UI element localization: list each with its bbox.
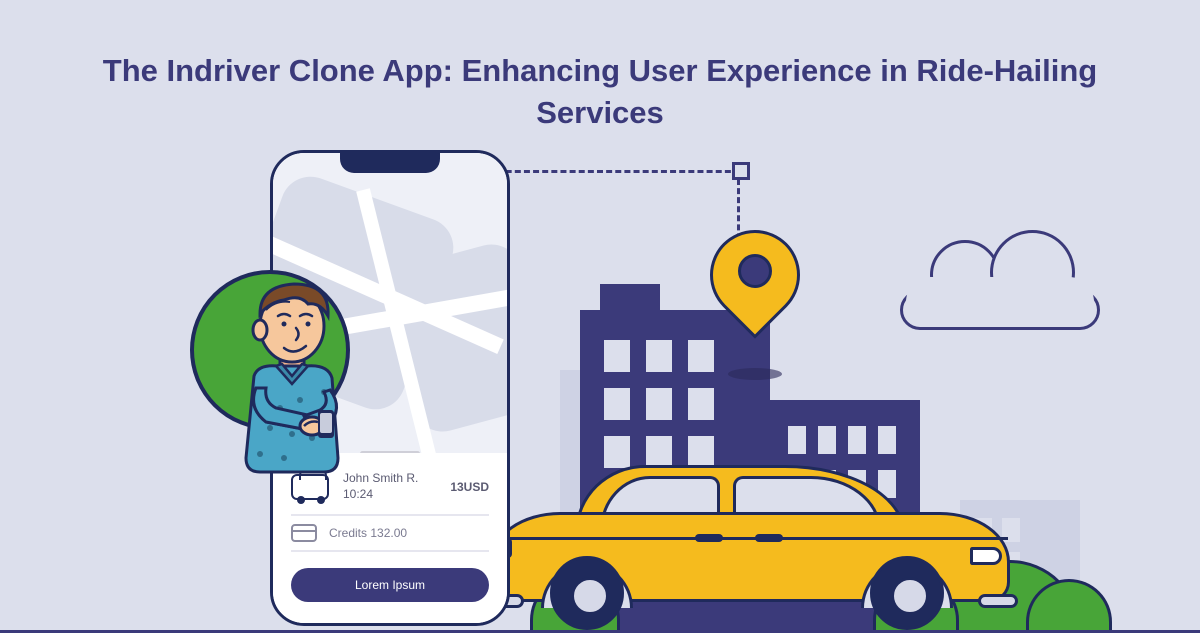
person-illustration	[200, 258, 380, 498]
taxi-car-icon	[490, 440, 1010, 630]
user-avatar-icon	[190, 270, 360, 490]
page-title: The Indriver Clone App: Enhancing User E…	[0, 50, 1200, 134]
primary-cta-button[interactable]: Lorem Ipsum	[291, 568, 489, 602]
cloud-icon	[900, 240, 1100, 330]
map-pin-icon	[710, 230, 800, 350]
phone-notch	[340, 153, 440, 173]
connector-marker	[732, 162, 750, 180]
ride-price: 13USD	[450, 480, 489, 494]
credit-card-icon	[291, 524, 317, 542]
credits-row[interactable]: Credits 132.00	[291, 514, 489, 552]
credits-label: Credits 132.00	[329, 526, 407, 540]
illustration-stage: John Smith R. 10:24 13USD Credits 132.00…	[0, 150, 1200, 633]
